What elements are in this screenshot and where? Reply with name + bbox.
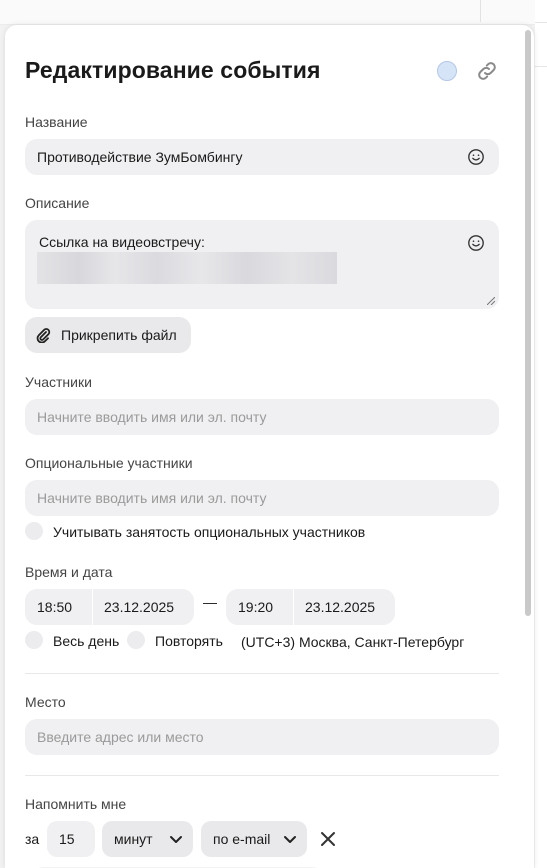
edit-event-panel: Редактирование события Название Противод… [5, 25, 534, 868]
consider-busy-checkbox[interactable] [25, 522, 43, 540]
smile-icon[interactable] [467, 148, 485, 166]
reminder-prefix: за [25, 831, 40, 847]
reminder-label: Напомнить мне [25, 796, 127, 812]
place-placeholder: Введите адрес или место [37, 729, 204, 745]
blurred-link [37, 252, 337, 284]
repeat-checkbox[interactable] [127, 631, 145, 649]
optional-participants-input[interactable]: Начните вводить имя или эл. почту [25, 480, 499, 516]
background-calendar [535, 0, 547, 868]
optional-participants-placeholder: Начните вводить имя или эл. почту [37, 490, 267, 506]
link-icon[interactable] [475, 59, 499, 83]
reminder-amount-input[interactable]: 15 [47, 821, 95, 857]
background-line [535, 22, 547, 23]
place-label: Место [25, 694, 66, 710]
remove-reminder-icon[interactable] [319, 830, 337, 848]
description-textarea[interactable]: Ссылка на видеовстречу: [25, 220, 499, 309]
optional-participants-label: Опциональные участники [25, 455, 193, 471]
description-label: Описание [25, 195, 90, 211]
all-day-label: Весь день [53, 633, 120, 649]
all-day-checkbox[interactable] [25, 631, 43, 649]
attach-file-label: Прикрепить файл [61, 327, 177, 343]
divider [25, 673, 499, 674]
name-value: Противодействие ЗумБомбингу [37, 149, 243, 165]
timezone-link[interactable]: (UTC+3) Москва, Санкт-Петербург [241, 634, 464, 650]
attach-file-button[interactable]: Прикрепить файл [25, 317, 191, 353]
resize-handle-icon[interactable] [487, 297, 495, 305]
background-header [0, 0, 547, 25]
header-divider [480, 0, 481, 22]
event-color-button[interactable] [437, 61, 457, 81]
paperclip-icon [36, 328, 51, 343]
start-time-input[interactable]: 18:50 [25, 589, 92, 625]
reminder-unit-select[interactable]: минут [102, 821, 193, 857]
scrollbar[interactable] [525, 30, 531, 616]
participants-label: Участники [25, 374, 92, 390]
end-time-input[interactable]: 19:20 [226, 589, 293, 625]
smile-icon[interactable] [467, 234, 485, 252]
participants-input[interactable]: Начните вводить имя или эл. почту [25, 399, 499, 435]
page-title: Редактирование события [25, 57, 321, 83]
description-value: Ссылка на видеовстречу: [39, 234, 205, 250]
datetime-label: Время и дата [25, 564, 113, 580]
start-date-input[interactable]: 23.12.2025 [93, 589, 194, 625]
range-separator: — [203, 594, 217, 610]
place-input[interactable]: Введите адрес или место [25, 719, 499, 755]
repeat-label: Повторять [155, 633, 223, 649]
reminder-channel-value: по e-mail [213, 831, 271, 847]
background-line [535, 66, 547, 67]
name-label: Название [25, 114, 88, 130]
reminder-unit-value: минут [114, 831, 153, 847]
consider-busy-label: Учитывать занятость опциональных участни… [53, 524, 366, 540]
end-date-input[interactable]: 23.12.2025 [294, 589, 395, 625]
chevron-down-icon [170, 836, 182, 843]
name-field[interactable]: Противодействие ЗумБомбингу [25, 139, 499, 175]
participants-placeholder: Начните вводить имя или эл. почту [37, 409, 267, 425]
divider [25, 775, 499, 776]
reminder-channel-select[interactable]: по e-mail [201, 821, 307, 857]
chevron-down-icon [284, 836, 296, 843]
